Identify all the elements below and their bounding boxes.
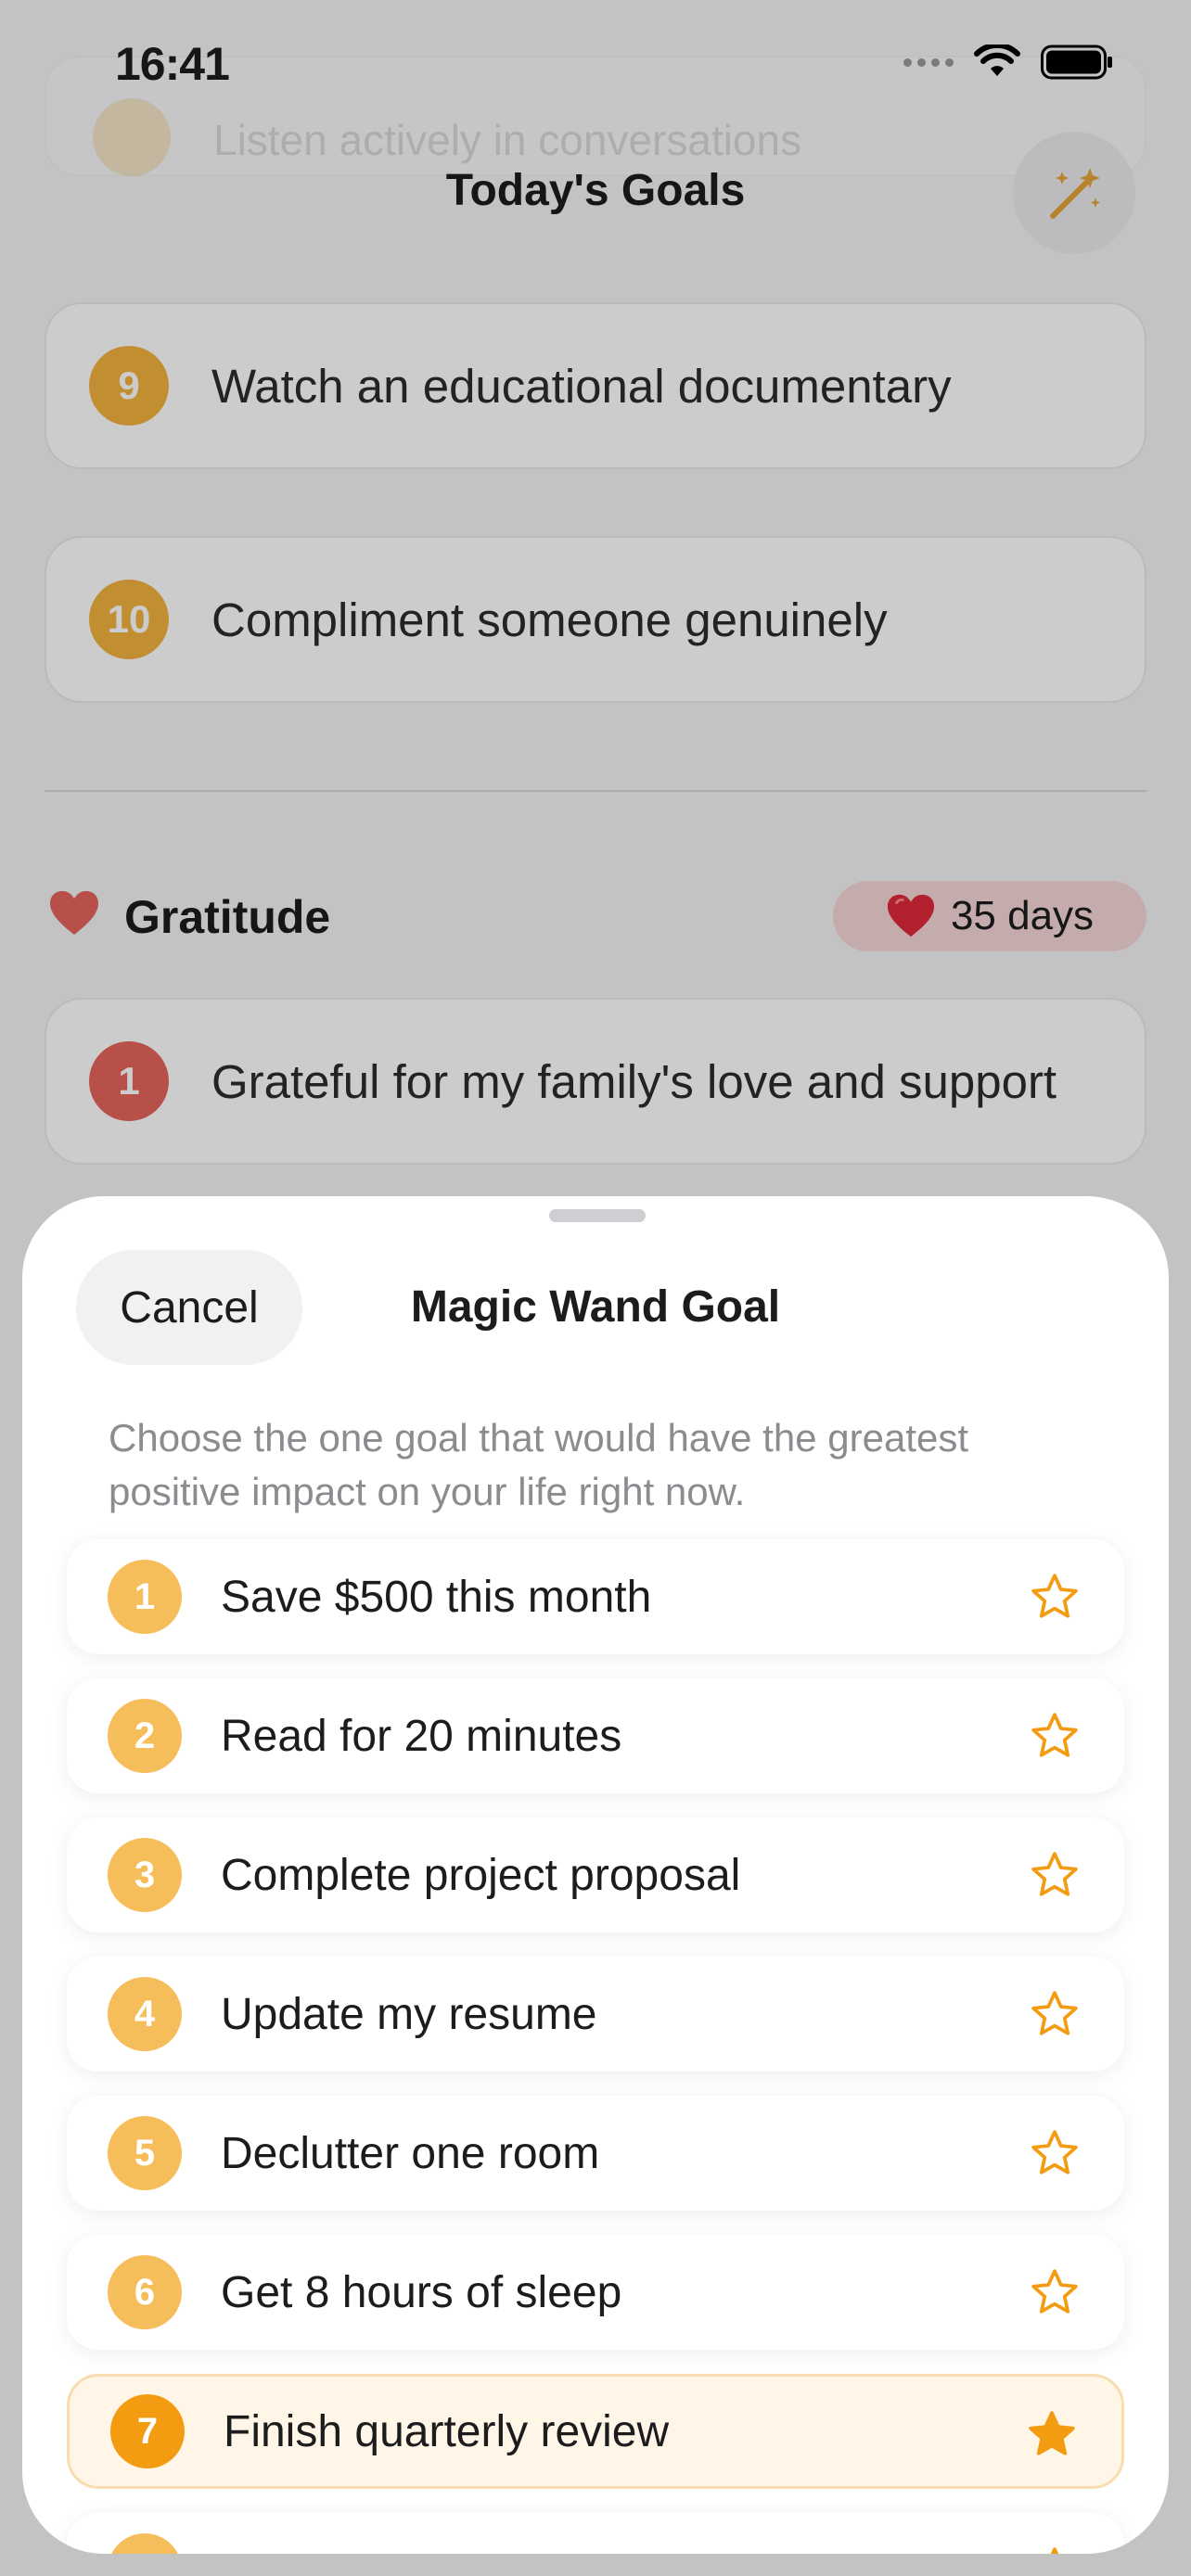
goal-option[interactable]: 3 Complete project proposal — [67, 1817, 1124, 1932]
option-number-badge: 4 — [108, 1977, 182, 2051]
option-text: Get 8 hours of sleep — [221, 2267, 622, 2317]
goal-option[interactable]: 5 Declutter one room — [67, 2096, 1124, 2211]
star-outline-icon[interactable] — [1028, 1849, 1082, 1901]
option-number-badge: 2 — [108, 1699, 182, 1773]
star-outline-icon[interactable] — [1028, 2127, 1082, 2179]
option-number-badge: 6 — [108, 2255, 182, 2329]
magic-wand-sheet: Cancel Magic Wand Goal Choose the one go… — [22, 1196, 1169, 2554]
goal-option[interactable]: 1 Save $500 this month — [67, 1539, 1124, 1654]
option-number-badge — [108, 2533, 182, 2554]
option-text: Complete project proposal — [221, 1850, 741, 1900]
star-outline-icon[interactable] — [1028, 1710, 1082, 1762]
star-outline-icon[interactable] — [1028, 2266, 1082, 2318]
option-text: Update my resume — [221, 1989, 597, 2039]
option-text: Finish quarterly review — [224, 2406, 670, 2456]
sheet-description: Choose the one goal that would have the … — [109, 1416, 968, 1513]
sheet-title: Magic Wand Goal — [410, 1282, 781, 1332]
option-text: Declutter one room — [221, 2128, 600, 2178]
sheet-grabber[interactable] — [549, 1209, 646, 1222]
goal-option[interactable] — [67, 2513, 1124, 2554]
star-outline-icon[interactable] — [1028, 2544, 1082, 2554]
option-text: Read for 20 minutes — [221, 1711, 622, 1761]
goal-option-selected[interactable]: 7 Finish quarterly review — [67, 2374, 1124, 2489]
star-outline-icon[interactable] — [1028, 1571, 1082, 1623]
option-number-badge: 1 — [108, 1560, 182, 1634]
option-number-badge: 7 — [110, 2394, 185, 2468]
goal-option[interactable]: 4 Update my resume — [67, 1957, 1124, 2072]
option-number-badge: 5 — [108, 2116, 182, 2190]
option-text: Save $500 this month — [221, 1572, 652, 1622]
star-filled-icon[interactable] — [1025, 2408, 1079, 2460]
goal-option[interactable]: 6 Get 8 hours of sleep — [67, 2235, 1124, 2350]
option-number-badge: 3 — [108, 1838, 182, 1912]
goal-option[interactable]: 2 Read for 20 minutes — [67, 1678, 1124, 1793]
star-outline-icon[interactable] — [1028, 1988, 1082, 2040]
